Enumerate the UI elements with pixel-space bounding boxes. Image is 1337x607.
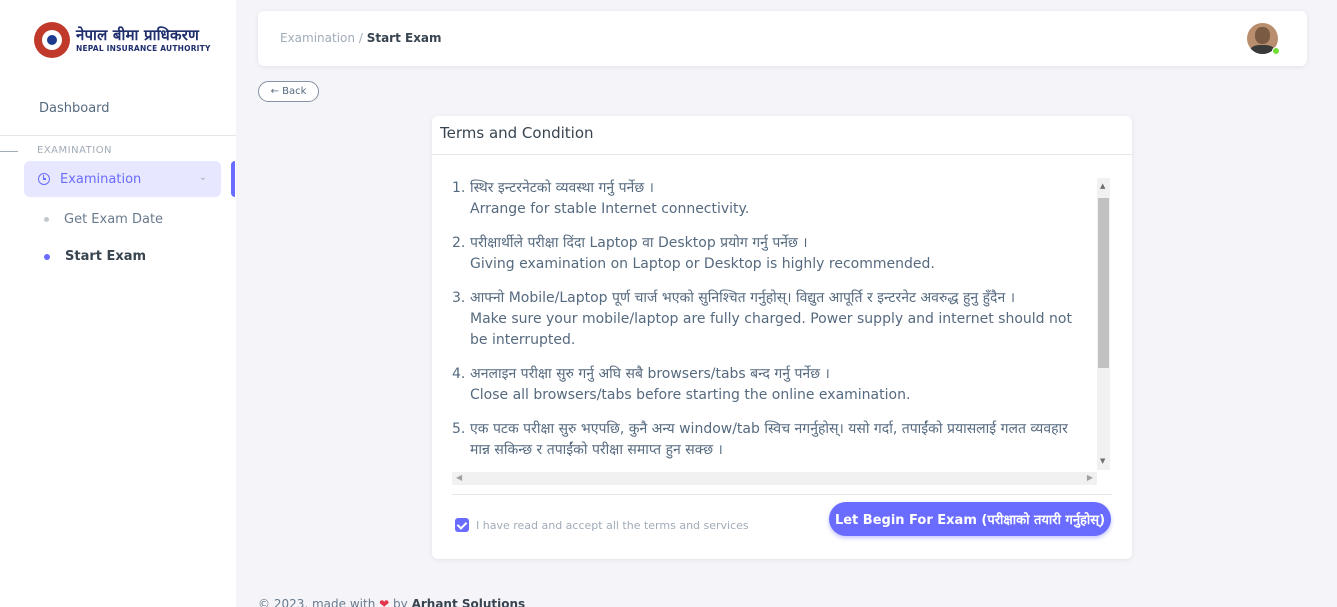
term-text-nepali: एक पटक परीक्षा सुरु भएपछि, कुनै अन्य win… (470, 421, 1068, 458)
breadcrumb: Examination / Start Exam (280, 31, 442, 45)
term-number: 3. (452, 290, 466, 306)
sidebar-item-label: Examination (60, 171, 142, 187)
sidebar: नेपाल बीमा प्राधिकरण NEPAL INSURANCE AUT… (0, 0, 236, 607)
top-navbar: Examination / Start Exam (258, 11, 1307, 66)
accept-terms-label[interactable]: I have read and accept all the terms and… (476, 519, 749, 532)
sidebar-subitem-start-exam[interactable]: Start Exam (44, 249, 146, 264)
list-item: 3. आफ्नो Mobile/Laptop पूर्ण चार्ज भएको … (452, 288, 1082, 351)
logo-name-nepali: नेपाल बीमा प्राधिकरण (76, 25, 200, 44)
list-item: 4. अनलाइन परीक्षा सुरु गर्नु अघि सबै bro… (452, 364, 1082, 406)
sidebar-divider (0, 135, 236, 136)
insurance-authority-emblem-icon (34, 22, 70, 58)
list-item: 5. एक पटक परीक्षा सुरु भएपछि, कुनै अन्य … (452, 419, 1082, 461)
horizontal-scrollbar[interactable]: ◀ ▶ (452, 472, 1097, 485)
term-number: 1. (452, 180, 466, 196)
vertical-scrollbar[interactable]: ▲ ▼ (1097, 178, 1110, 470)
term-number: 2. (452, 235, 466, 251)
company-link[interactable]: Arhant Solutions (412, 597, 526, 607)
clock-icon (38, 173, 50, 185)
term-text-english: Giving examination on Laptop or Desktop … (470, 256, 935, 272)
term-text-english: Close all browsers/tabs before starting … (470, 387, 911, 403)
sidebar-item-examination[interactable]: Examination ⌄ (24, 161, 221, 197)
term-text-nepali: अनलाइन परीक्षा सुरु गर्नु अघि सबै browse… (470, 366, 830, 382)
term-text-nepali: आफ्नो Mobile/Laptop पूर्ण चार्ज भएको सुन… (470, 290, 1016, 306)
accept-terms-checkbox[interactable] (455, 518, 469, 532)
terms-scroll-area[interactable]: 1. स्थिर इन्टरनेटको व्यवस्था गर्नु पर्ने… (452, 178, 1082, 468)
term-number: 4. (452, 366, 466, 382)
sidebar-section-label: EXAMINATION (37, 145, 113, 156)
term-text-english: Make sure your mobile/laptop are fully c… (470, 311, 1072, 348)
scroll-down-icon[interactable]: ▼ (1100, 458, 1105, 465)
heart-icon: ❤ (379, 597, 390, 607)
bullet-icon (44, 253, 50, 260)
term-text: अनलाइन परीक्षा सुरु गर्नु अघि सबै browse… (470, 364, 910, 406)
begin-exam-button[interactable]: Let Begin For Exam (परीक्षाको तयारी गर्न… (829, 502, 1111, 536)
logo[interactable]: नेपाल बीमा प्राधिकरण NEPAL INSURANCE AUT… (34, 22, 211, 58)
list-item: 2. परीक्षार्थीले परीक्षा दिंदा Laptop वा… (452, 233, 1082, 275)
copyright-prefix: © 2023, made with (258, 597, 376, 607)
term-number: 5. (452, 421, 466, 437)
scroll-up-icon[interactable]: ▲ (1100, 183, 1105, 190)
term-text: स्थिर इन्टरनेटको व्यवस्था गर्नु पर्नेछ ।… (470, 178, 749, 220)
term-text-nepali: स्थिर इन्टरनेटको व्यवस्था गर्नु पर्नेछ । (470, 180, 654, 196)
copyright: © 2023, made with ❤ by Arhant Solutions (258, 597, 525, 607)
sidebar-subitem-label: Get Exam Date (64, 212, 164, 227)
scroll-left-icon[interactable]: ◀ (456, 473, 462, 482)
logo-text: नेपाल बीमा प्राधिकरण NEPAL INSURANCE AUT… (76, 25, 211, 53)
card-divider (432, 154, 1132, 155)
sidebar-item-dashboard[interactable]: Dashboard (39, 101, 110, 116)
section-dash (0, 151, 18, 152)
term-text-nepali: परीक्षार्थीले परीक्षा दिंदा Laptop वा De… (470, 235, 808, 251)
term-text-english: Arrange for stable Internet connectivity… (470, 201, 750, 217)
sidebar-subitem-label: Start Exam (65, 249, 147, 264)
term-text: परीक्षार्थीले परीक्षा दिंदा Laptop वा De… (470, 233, 935, 275)
scrollbar-thumb[interactable] (1098, 198, 1109, 368)
card-title: Terms and Condition (440, 124, 594, 142)
breadcrumb-parent[interactable]: Examination / (280, 31, 367, 45)
terms-card: Terms and Condition 1. स्थिर इन्टरनेटको … (432, 116, 1132, 559)
term-text: आफ्नो Mobile/Laptop पूर्ण चार्ज भएको सुन… (470, 288, 1082, 351)
chevron-down-icon: ⌄ (198, 172, 207, 183)
breadcrumb-current: Start Exam (366, 31, 442, 45)
scroll-right-icon[interactable]: ▶ (1087, 473, 1093, 482)
term-text: एक पटक परीक्षा सुरु भएपछि, कुनै अन्य win… (470, 419, 1082, 461)
list-item: 1. स्थिर इन्टरनेटको व्यवस्था गर्नु पर्ने… (452, 178, 1082, 220)
back-button[interactable]: ← Back (258, 81, 319, 102)
terms-list: 1. स्थिर इन्टरनेटको व्यवस्था गर्नु पर्ने… (452, 178, 1082, 461)
card-footer-divider (452, 494, 1112, 495)
active-indicator (231, 161, 235, 197)
copyright-by: by (393, 597, 408, 607)
bullet-icon (44, 217, 49, 222)
sidebar-subitem-get-exam-date[interactable]: Get Exam Date (44, 212, 163, 227)
logo-name-english: NEPAL INSURANCE AUTHORITY (76, 43, 211, 53)
online-status-icon (1272, 47, 1280, 55)
accept-terms[interactable]: I have read and accept all the terms and… (455, 518, 749, 532)
